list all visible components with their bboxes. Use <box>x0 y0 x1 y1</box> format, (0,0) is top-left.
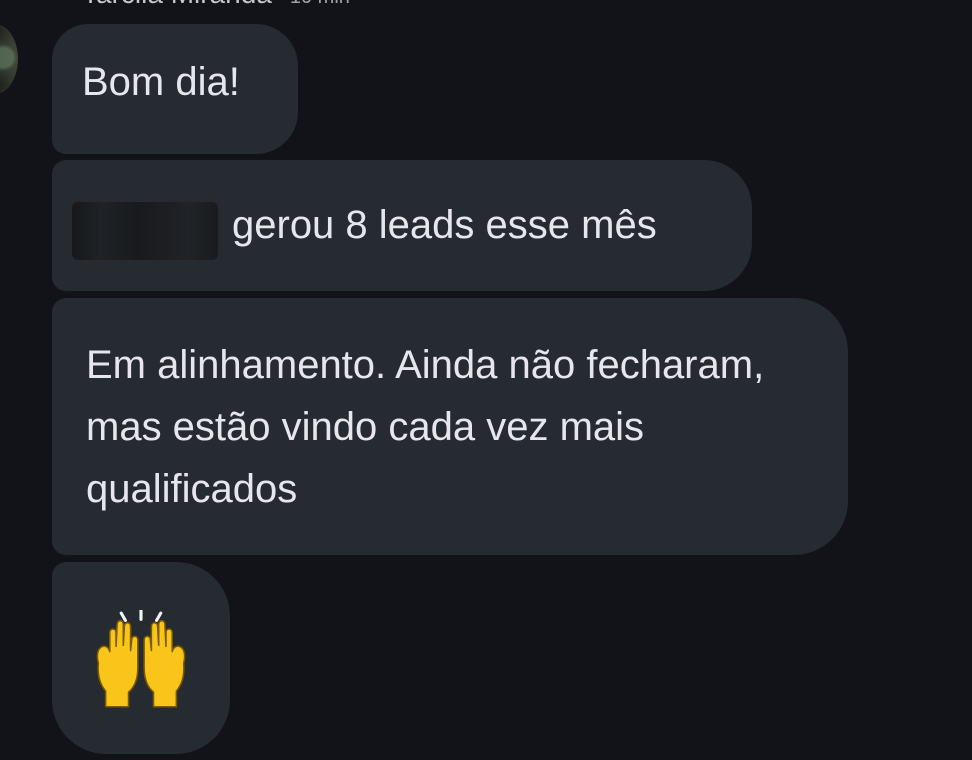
message-sender-header: Tarcila Miranda 10 min <box>82 0 350 10</box>
message-bubble-1[interactable]: Bom dia! <box>52 24 298 154</box>
message-bubble-3[interactable]: Em alinhamento. Ainda não fecharam, mas … <box>52 298 848 555</box>
emoji-reaction-bubble[interactable] <box>52 562 230 754</box>
message-timestamp: 10 min <box>290 0 350 9</box>
message-text: Em alinhamento. Ainda não fecharam, mas … <box>86 343 765 511</box>
message-bubble-2[interactable]: gerou 8 leads esse mês <box>52 160 752 291</box>
avatar[interactable] <box>0 24 18 94</box>
message-text: Bom dia! <box>82 60 240 104</box>
message-text: gerou 8 leads esse mês <box>232 203 657 247</box>
sender-name: Tarcila Miranda <box>82 0 272 10</box>
raised-hands-icon <box>96 610 186 708</box>
redacted-name-block <box>72 202 218 260</box>
